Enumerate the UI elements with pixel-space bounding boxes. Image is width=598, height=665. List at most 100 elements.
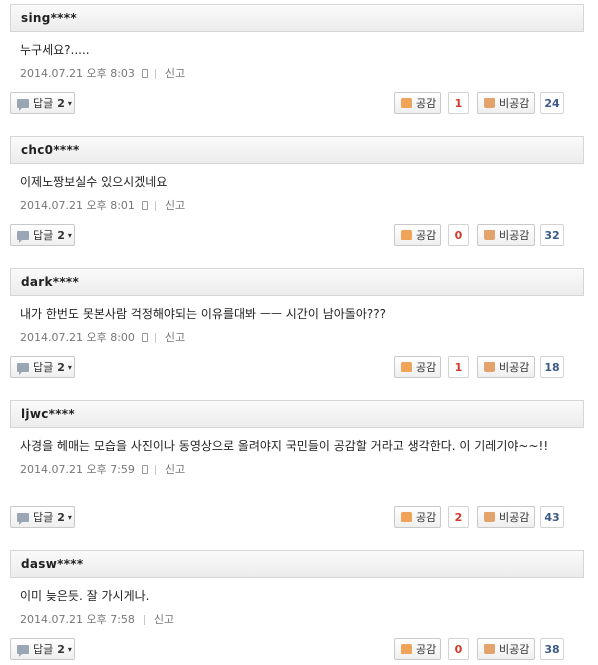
dislike-count: 43: [540, 506, 564, 528]
reply-label: 답글: [33, 511, 54, 524]
divider: [154, 68, 156, 79]
mobile-icon: [141, 333, 148, 342]
like-label: 공감: [416, 229, 437, 242]
mobile-icon: [141, 465, 148, 474]
comment-actions: 답글 2 ▾ 공감 0 비공감 38: [10, 638, 598, 660]
reply-label: 답글: [33, 97, 54, 110]
comment-item: dark**** 내가 한번도 못본사람 걱정해야되는 이유를대봐 ㅡㅡ 시간이…: [10, 268, 584, 346]
chevron-down-icon: ▾: [67, 98, 72, 108]
comment-time: 2014.07.21 오후 8:00: [20, 331, 135, 344]
like-count: 0: [448, 638, 469, 660]
like-button[interactable]: 공감: [394, 92, 441, 114]
comment-item: ljwc**** 사경을 헤매는 모습을 사진이나 동영상으로 올려야지 국민들…: [10, 400, 584, 478]
dislike-label: 비공감: [499, 361, 530, 374]
comment-header: dark****: [10, 268, 584, 296]
comment-header: dasw****: [10, 550, 584, 578]
comment-meta: 2014.07.21 오후 7:59 신고: [20, 461, 574, 478]
thumbs-up-icon: [401, 362, 412, 372]
dislike-button[interactable]: 비공감: [477, 356, 535, 378]
dislike-button[interactable]: 비공감: [477, 638, 535, 660]
report-link[interactable]: 신고: [165, 461, 185, 478]
comment-header: sing****: [10, 4, 584, 32]
dislike-button[interactable]: 비공감: [477, 224, 535, 246]
dislike-count: 32: [540, 224, 564, 246]
report-link[interactable]: 신고: [165, 65, 185, 82]
divider: [143, 614, 145, 625]
divider: [154, 200, 156, 211]
mobile-icon: [141, 69, 148, 78]
comment-meta: 2014.07.21 오후 7:58 신고: [20, 611, 574, 628]
comment-text: 이제노짱보실수 있으시겠네요: [20, 175, 168, 189]
reply-count: 2: [57, 510, 65, 524]
comment-body: 이제노짱보실수 있으시겠네요 2014.07.21 오후 8:01 신고: [10, 164, 584, 214]
chevron-down-icon: ▾: [67, 644, 72, 654]
comment-header: ljwc****: [10, 400, 584, 428]
divider: [154, 332, 156, 343]
dislike-count: 18: [540, 356, 564, 378]
reply-count: 2: [57, 228, 65, 242]
thumbs-down-icon: [484, 644, 495, 654]
like-count: 2: [448, 506, 469, 528]
comment-time: 2014.07.21 오후 8:01: [20, 199, 135, 212]
dislike-label: 비공감: [499, 229, 530, 242]
like-button[interactable]: 공감: [394, 506, 441, 528]
report-link[interactable]: 신고: [165, 197, 185, 214]
reply-label: 답글: [33, 643, 54, 656]
comment-item: sing**** 누구세요?..... 2014.07.21 오후 8:03 신…: [10, 4, 584, 82]
reply-button[interactable]: 답글 2 ▾: [10, 506, 75, 528]
comment-time: 2014.07.21 오후 7:58: [20, 613, 135, 626]
comment-meta: 2014.07.21 오후 8:00 신고: [20, 329, 574, 346]
comment-time: 2014.07.21 오후 8:03: [20, 67, 135, 80]
reply-button[interactable]: 답글 2 ▾: [10, 356, 75, 378]
dislike-label: 비공감: [499, 97, 530, 110]
comment-meta: 2014.07.21 오후 8:01 신고: [20, 197, 574, 214]
like-label: 공감: [416, 97, 437, 110]
like-label: 공감: [416, 511, 437, 524]
like-label: 공감: [416, 643, 437, 656]
dislike-button[interactable]: 비공감: [477, 506, 535, 528]
chevron-down-icon: ▾: [67, 230, 72, 240]
comment-text: 이미 늦은듯. 잘 가시게나.: [20, 589, 150, 603]
divider: [154, 464, 156, 475]
reply-button[interactable]: 답글 2 ▾: [10, 92, 75, 114]
comment-actions: 답글 2 ▾ 공감 1 비공감 24: [10, 92, 598, 114]
comment-actions: 답글 2 ▾ 공감 0 비공감 32: [10, 224, 598, 246]
thumbs-up-icon: [401, 512, 412, 522]
chevron-down-icon: ▾: [67, 362, 72, 372]
chevron-down-icon: ▾: [67, 512, 72, 522]
thumbs-down-icon: [484, 230, 495, 240]
mobile-icon: [141, 201, 148, 210]
reply-count: 2: [57, 360, 65, 374]
reply-button[interactable]: 답글 2 ▾: [10, 638, 75, 660]
thumbs-up-icon: [401, 644, 412, 654]
like-button[interactable]: 공감: [394, 356, 441, 378]
comment-body: 이미 늦은듯. 잘 가시게나. 2014.07.21 오후 7:58 신고: [10, 578, 584, 628]
reply-button[interactable]: 답글 2 ▾: [10, 224, 75, 246]
reply-count: 2: [57, 642, 65, 656]
comment-actions: 답글 2 ▾ 공감 2 비공감 43: [10, 506, 598, 528]
dislike-button[interactable]: 비공감: [477, 92, 535, 114]
speech-bubble-icon: [17, 98, 29, 111]
comment-body: 내가 한번도 못본사람 걱정해야되는 이유를대봐 ㅡㅡ 시간이 남아돌아??? …: [10, 296, 584, 346]
dislike-label: 비공감: [499, 511, 530, 524]
dislike-count: 38: [540, 638, 564, 660]
comment-time: 2014.07.21 오후 7:59: [20, 463, 135, 476]
comment-body: 누구세요?..... 2014.07.21 오후 8:03 신고: [10, 32, 584, 82]
thumbs-down-icon: [484, 98, 495, 108]
comment-user-id: chc0****: [21, 143, 80, 157]
comment-actions: 답글 2 ▾ 공감 1 비공감 18: [10, 356, 598, 378]
speech-bubble-icon: [17, 512, 29, 525]
speech-bubble-icon: [17, 362, 29, 375]
dislike-label: 비공감: [499, 643, 530, 656]
comment-user-id: dasw****: [21, 557, 84, 571]
like-label: 공감: [416, 361, 437, 374]
thumbs-up-icon: [401, 230, 412, 240]
like-count: 1: [448, 356, 469, 378]
reply-label: 답글: [33, 361, 54, 374]
comment-text: 사경을 헤매는 모습을 사진이나 동영상으로 올려야지 국민들이 공감할 거라고…: [20, 439, 549, 453]
report-link[interactable]: 신고: [154, 611, 174, 628]
speech-bubble-icon: [17, 644, 29, 657]
like-button[interactable]: 공감: [394, 638, 441, 660]
report-link[interactable]: 신고: [165, 329, 185, 346]
like-button[interactable]: 공감: [394, 224, 441, 246]
